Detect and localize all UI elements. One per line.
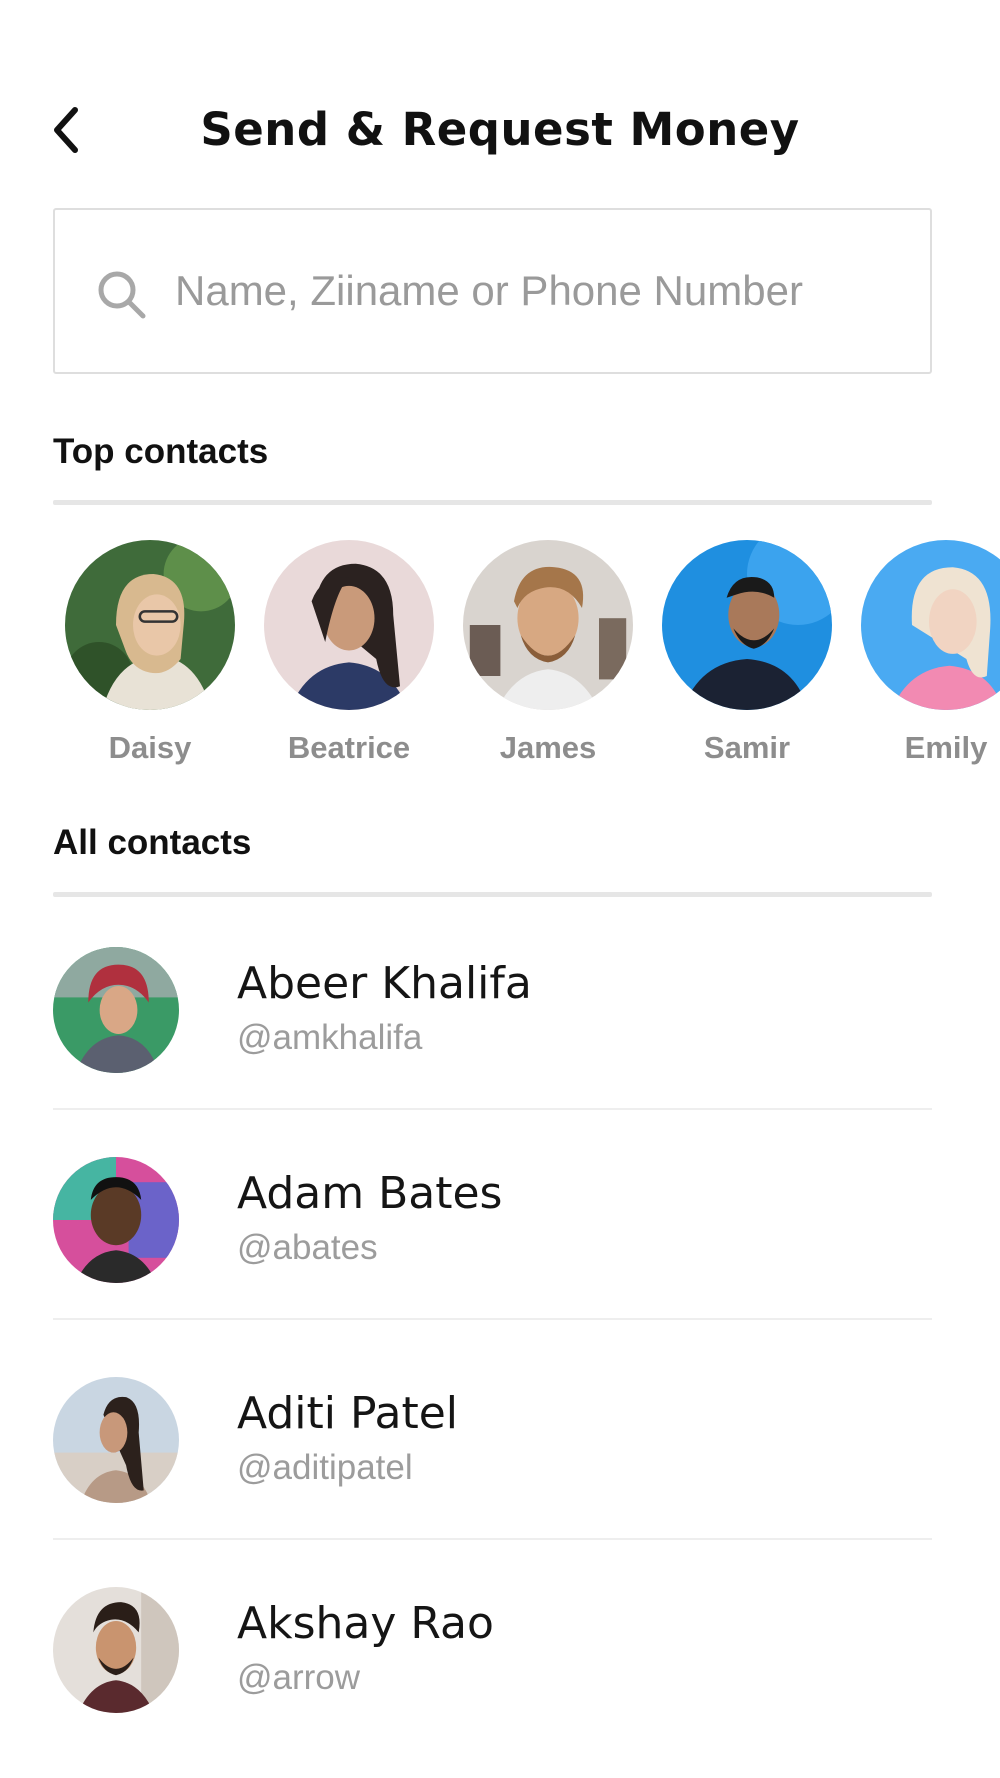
top-contact-james[interactable]: James xyxy=(446,540,636,780)
contact-name: Akshay Rao xyxy=(237,1598,494,1649)
contact-name: Abeer Khalifa xyxy=(237,958,532,1009)
header: Send & Request Money xyxy=(0,0,1000,200)
top-contact-beatrice[interactable]: Beatrice xyxy=(247,540,437,780)
top-contacts-row: Daisy Beatrice James Samir Emily xyxy=(0,540,1000,780)
top-contact-name: James xyxy=(499,730,597,765)
row-divider xyxy=(53,1318,932,1320)
top-contact-emily[interactable]: Emily xyxy=(844,540,1000,780)
avatar xyxy=(861,540,1000,710)
contact-handle: @amkhalifa xyxy=(237,1018,423,1057)
contact-handle: @arrow xyxy=(237,1658,361,1697)
avatar xyxy=(53,947,179,1073)
search-box[interactable] xyxy=(53,208,932,374)
top-contact-name: Beatrice xyxy=(287,730,411,765)
page-title: Send & Request Money xyxy=(200,103,800,156)
avatar xyxy=(53,1157,179,1283)
contact-handle: @aditipatel xyxy=(237,1448,413,1487)
top-contact-samir[interactable]: Samir xyxy=(645,540,835,780)
avatar xyxy=(53,1587,179,1713)
top-contacts-divider xyxy=(53,500,932,505)
avatar xyxy=(65,540,235,710)
search-input[interactable] xyxy=(175,210,915,372)
contact-handle: @abates xyxy=(237,1228,378,1267)
top-contact-daisy[interactable]: Daisy xyxy=(48,540,238,780)
list-item[interactable]: Abeer Khalifa @amkhalifa xyxy=(53,900,932,1110)
search-icon xyxy=(98,271,146,319)
all-contacts-divider xyxy=(53,892,932,897)
top-contact-name: Samir xyxy=(703,730,791,765)
contact-name: Adam Bates xyxy=(237,1168,503,1219)
top-contacts-heading: Top contacts xyxy=(53,432,269,471)
list-item[interactable]: Aditi Patel @aditipatel xyxy=(53,1330,932,1540)
avatar xyxy=(264,540,434,710)
all-contacts-heading: All contacts xyxy=(53,823,252,862)
list-item[interactable]: Adam Bates @abates xyxy=(53,1110,932,1320)
avatar xyxy=(53,1377,179,1503)
avatar xyxy=(662,540,832,710)
avatar xyxy=(463,540,633,710)
top-contact-name: Emily xyxy=(904,730,988,765)
list-item[interactable]: Akshay Rao @arrow xyxy=(53,1540,932,1750)
contact-name: Aditi Patel xyxy=(237,1388,459,1439)
top-contact-name: Daisy xyxy=(108,730,192,765)
